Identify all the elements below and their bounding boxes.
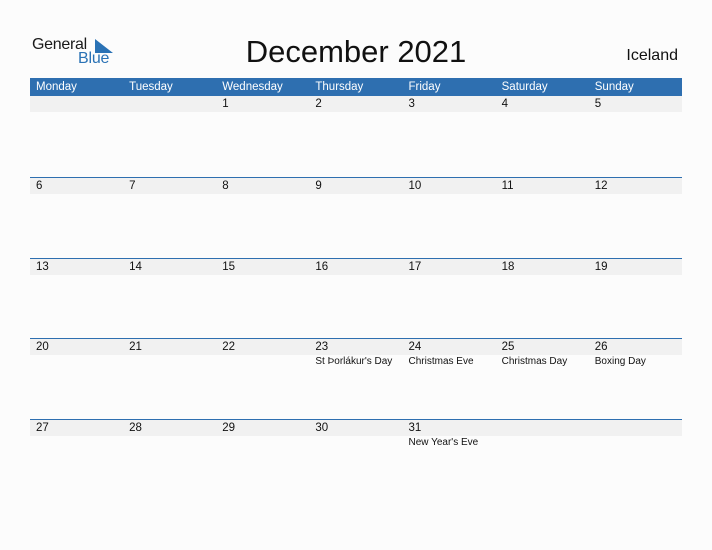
day-cell: 30 <box>309 420 402 450</box>
day-cell <box>30 96 123 112</box>
day-cell: 21 <box>123 339 216 369</box>
day-cell: 24 Christmas Eve <box>403 339 496 369</box>
day-cell: 2 <box>309 96 402 112</box>
holiday-label: Boxing Day <box>594 356 646 367</box>
day-cell: 16 <box>309 259 402 275</box>
day-number: 13 <box>36 261 49 273</box>
day-cell: 28 <box>123 420 216 450</box>
country-label: Iceland <box>626 47 678 64</box>
day-number: 15 <box>222 261 236 273</box>
day-number <box>36 96 123 112</box>
day-cell <box>496 420 589 450</box>
day-number: 28 <box>129 422 142 434</box>
day-cell: 19 <box>589 259 682 275</box>
day-cell: 27 <box>30 420 123 450</box>
day-cell <box>589 420 682 450</box>
day-cell: 5 <box>589 96 682 112</box>
holiday-label: St Þorlákur's Day <box>315 356 393 367</box>
day-number: 4 <box>501 98 509 110</box>
day-cell: 4 <box>496 96 589 112</box>
day-number: 8 <box>222 180 229 192</box>
holiday-label: Christmas Eve <box>408 356 474 367</box>
week-row: 1 2 3 4 5 <box>30 96 682 112</box>
day-cell: 25 Christmas Day <box>496 339 589 369</box>
day-cell: 26 Boxing Day <box>589 339 682 369</box>
day-number <box>502 420 589 436</box>
day-cell: 10 <box>403 178 496 194</box>
weekday-monday: Monday <box>36 81 77 93</box>
calendar-title: December 2021 <box>245 34 467 69</box>
day-cell: 3 <box>403 96 496 112</box>
day-cell: 17 <box>403 259 496 275</box>
day-cell: 18 <box>496 259 589 275</box>
day-number: 7 <box>129 180 136 192</box>
day-number: 11 <box>501 180 514 192</box>
weekday-saturday: Saturday <box>501 81 548 93</box>
week-row: 27 28 29 30 31 New Year's Eve <box>30 419 682 450</box>
day-cell: 11 <box>496 178 589 194</box>
day-cell: 29 <box>216 420 309 450</box>
day-number: 18 <box>501 261 515 273</box>
day-number: 5 <box>594 98 602 110</box>
day-cell: 20 <box>30 339 123 369</box>
week-row: 6 7 8 9 10 11 12 <box>30 177 682 194</box>
holiday-label: Christmas Day <box>501 356 568 367</box>
weekday-wednesday: Wednesday <box>222 81 283 93</box>
day-number: 1 <box>222 98 229 110</box>
day-cell: 14 <box>123 259 216 275</box>
week-row: 13 14 15 16 17 18 19 <box>30 258 682 275</box>
weekday-header: Monday Tuesday Wednesday Thursday Friday… <box>30 78 682 96</box>
day-cell: 1 <box>216 96 309 112</box>
day-cell: 23 St Þorlákur's Day <box>309 339 402 369</box>
day-cell: 6 <box>30 178 123 194</box>
week-row: 20 21 22 23 St Þorlákur's Day 24 Christmas Eve… <box>30 338 682 369</box>
day-number: 26 <box>594 341 608 353</box>
day-number: 22 <box>222 341 236 353</box>
day-number: 17 <box>408 261 422 273</box>
day-number: 14 <box>129 261 142 273</box>
weekday-friday: Friday <box>408 81 441 93</box>
day-number: 24 <box>408 341 422 353</box>
day-number: 29 <box>222 422 236 434</box>
day-cell: 15 <box>216 259 309 275</box>
day-number: 23 <box>315 341 329 353</box>
day-number <box>595 420 682 436</box>
day-cell: 22 <box>216 339 309 369</box>
day-number: 30 <box>315 422 329 434</box>
day-number: 6 <box>36 180 43 192</box>
day-number: 20 <box>36 341 49 353</box>
day-number <box>129 96 216 112</box>
day-cell: 31 New Year's Eve <box>403 420 496 450</box>
day-number: 12 <box>594 180 608 192</box>
day-number: 9 <box>315 180 322 192</box>
day-number: 25 <box>501 341 515 353</box>
day-cell: 7 <box>123 178 216 194</box>
day-number: 21 <box>129 341 142 353</box>
day-cell <box>123 96 216 112</box>
day-cell: 8 <box>216 178 309 194</box>
day-number: 19 <box>594 261 608 273</box>
weekday-sunday: Sunday <box>594 81 634 93</box>
day-number: 3 <box>408 98 415 110</box>
holiday-label: New Year's Eve <box>408 437 479 448</box>
day-number: 31 <box>408 422 422 434</box>
day-cell: 12 <box>589 178 682 194</box>
day-number: 2 <box>315 98 322 110</box>
day-cell: 13 <box>30 259 123 275</box>
weekday-thursday: Thursday <box>315 81 364 93</box>
day-number: 16 <box>315 261 329 273</box>
day-number: 27 <box>36 422 49 434</box>
weekday-tuesday: Tuesday <box>129 81 173 93</box>
day-cell: 9 <box>309 178 402 194</box>
day-number: 10 <box>408 180 422 192</box>
